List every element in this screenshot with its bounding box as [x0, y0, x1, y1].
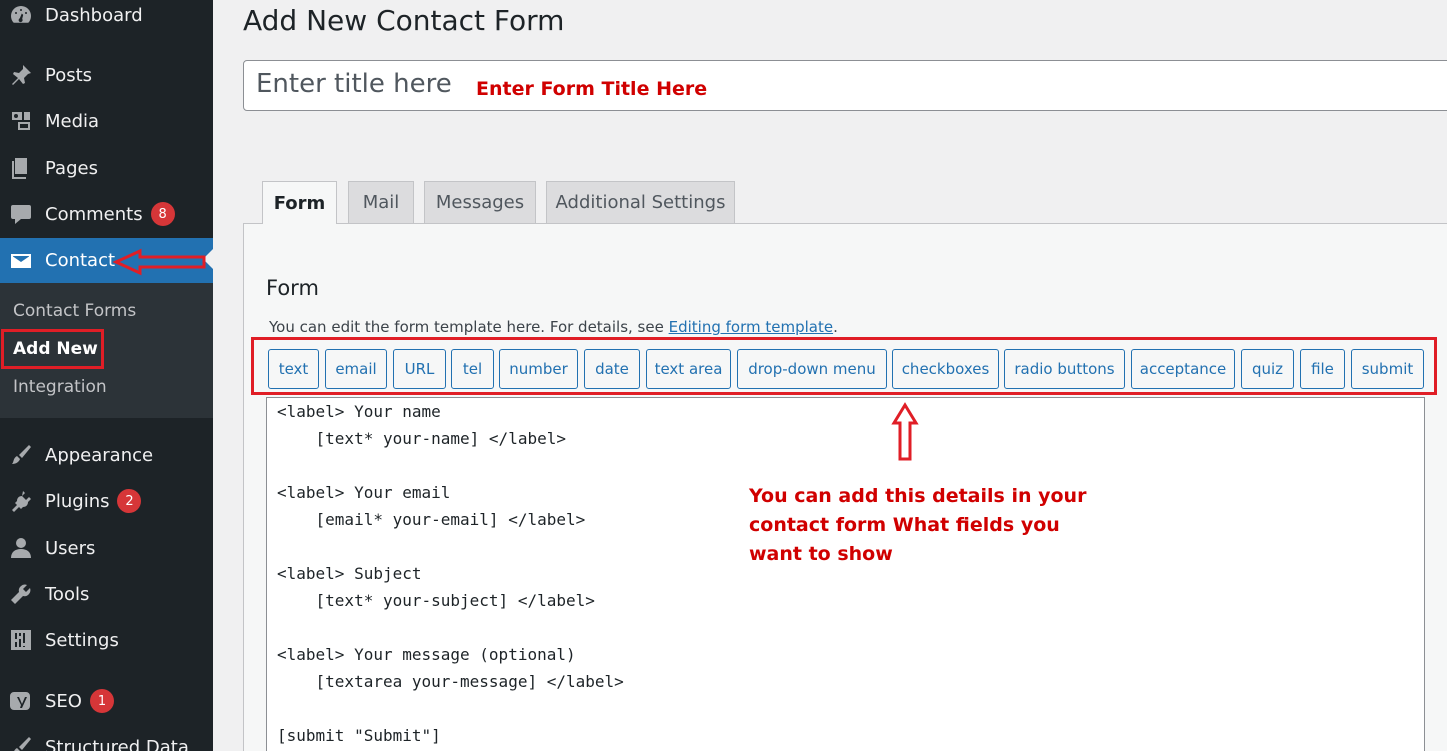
form-title-input[interactable]: [256, 69, 456, 99]
envelope-icon: [9, 249, 33, 273]
dashboard-icon: [9, 3, 33, 27]
tag-button-quiz[interactable]: quiz: [1241, 349, 1294, 389]
sidebar-item-tools[interactable]: Tools: [0, 573, 213, 615]
comment-icon: [9, 202, 33, 226]
submenu-item-integration[interactable]: Integration: [13, 377, 107, 397]
code-line: <label> Your message (optional): [277, 645, 576, 664]
sidebar-item-label: Settings: [45, 629, 119, 651]
panel-heading: Form: [266, 276, 319, 300]
sidebar-item-structured-data[interactable]: Structured Data: [0, 726, 213, 751]
sidebar-item-plugins[interactable]: Plugins 2: [0, 480, 213, 522]
admin-sidebar: Dashboard Posts Media Pages Comments 8 C…: [0, 0, 213, 751]
page-title: Add New Contact Form: [243, 4, 565, 37]
tag-button-tel[interactable]: tel: [451, 349, 494, 389]
fields-annotation: You can add this details in your contact…: [749, 485, 1087, 565]
title-field-container: Enter Form Title Here: [243, 60, 1447, 111]
code-line: [text* your-subject] </label>: [277, 591, 595, 610]
tag-button-radio-buttons[interactable]: radio buttons: [1004, 349, 1125, 389]
code-line: <label> Subject: [277, 564, 422, 583]
sidebar-item-label: Comments: [45, 203, 143, 225]
plugins-update-badge: 2: [117, 489, 142, 513]
structured-data-icon: [9, 735, 33, 751]
code-line: <label> Your name: [277, 402, 441, 421]
code-line: <label> Your email: [277, 483, 451, 502]
sidebar-item-label: Pages: [45, 157, 98, 179]
tag-button-text[interactable]: text: [268, 349, 319, 389]
code-line: [text* your-name] </label>: [277, 429, 566, 448]
sidebar-item-dashboard[interactable]: Dashboard: [0, 0, 213, 36]
tag-buttons-annotation-arrow: [891, 402, 919, 461]
tag-button-file[interactable]: file: [1300, 349, 1345, 389]
sidebar-item-label: Structured Data: [45, 736, 189, 751]
tab-additional-settings[interactable]: Additional Settings: [546, 181, 735, 223]
tag-button-url[interactable]: URL: [393, 349, 446, 389]
panel-description-end: .: [833, 318, 838, 336]
tag-button-drop-down-menu[interactable]: drop-down menu: [737, 349, 887, 389]
sidebar-item-label: Dashboard: [45, 4, 143, 26]
tab-form[interactable]: Form: [262, 181, 337, 224]
tag-button-email[interactable]: email: [325, 349, 387, 389]
sidebar-item-posts[interactable]: Posts: [0, 54, 213, 96]
pin-icon: [9, 63, 33, 87]
tag-button-date[interactable]: date: [584, 349, 640, 389]
panel-description: You can edit the form template here. For…: [269, 318, 838, 336]
tab-messages[interactable]: Messages: [424, 181, 536, 223]
panel-description-text: You can edit the form template here. For…: [269, 318, 669, 336]
sidebar-item-comments[interactable]: Comments 8: [0, 193, 213, 235]
title-annotation: Enter Form Title Here: [476, 78, 708, 100]
yoast-icon: [9, 689, 33, 713]
sidebar-item-users[interactable]: Users: [0, 527, 213, 569]
sidebar-item-label: Tools: [45, 583, 90, 605]
editing-form-template-link[interactable]: Editing form template: [669, 318, 833, 336]
code-line: [submit "Submit"]: [277, 726, 441, 745]
tag-button-submit[interactable]: submit: [1351, 349, 1424, 389]
tab-mail[interactable]: Mail: [348, 181, 414, 223]
settings-icon: [9, 628, 33, 652]
plug-icon: [9, 489, 33, 513]
code-line: [textarea your-message] </label>: [277, 672, 624, 691]
tag-button-text-area[interactable]: text area: [646, 349, 731, 389]
code-line: [email* your-email] </label>: [277, 510, 586, 529]
sidebar-item-settings[interactable]: Settings: [0, 619, 213, 661]
tag-button-checkboxes[interactable]: checkboxes: [892, 349, 999, 389]
sidebar-item-appearance[interactable]: Appearance: [0, 434, 213, 476]
brush-icon: [9, 443, 33, 467]
tag-button-number[interactable]: number: [499, 349, 578, 389]
form-template-editor[interactable]: <label> Your name [text* your-name] </la…: [266, 397, 1425, 751]
add-new-highlight-box: [1, 329, 104, 369]
sidebar-item-label: SEO: [45, 690, 82, 712]
sidebar-item-seo[interactable]: SEO 1: [0, 680, 213, 722]
sidebar-item-media[interactable]: Media: [0, 100, 213, 142]
contact-annotation-arrow: [112, 248, 206, 276]
tag-button-acceptance[interactable]: acceptance: [1131, 349, 1235, 389]
seo-notification-badge: 1: [89, 689, 114, 713]
sidebar-item-label: Plugins: [45, 490, 110, 512]
sidebar-item-label: Users: [45, 537, 96, 559]
sidebar-item-pages[interactable]: Pages: [0, 147, 213, 189]
user-icon: [9, 536, 33, 560]
sidebar-item-label: Media: [45, 110, 100, 132]
comments-count-badge: 8: [150, 202, 175, 226]
sidebar-item-label: Posts: [45, 64, 93, 86]
wrench-icon: [9, 582, 33, 606]
sidebar-item-label: Appearance: [45, 444, 154, 466]
submenu-item-contact-forms[interactable]: Contact Forms: [13, 301, 136, 321]
media-icon: [9, 109, 33, 133]
sidebar-item-label: Contact: [45, 250, 116, 271]
pages-icon: [9, 156, 33, 180]
